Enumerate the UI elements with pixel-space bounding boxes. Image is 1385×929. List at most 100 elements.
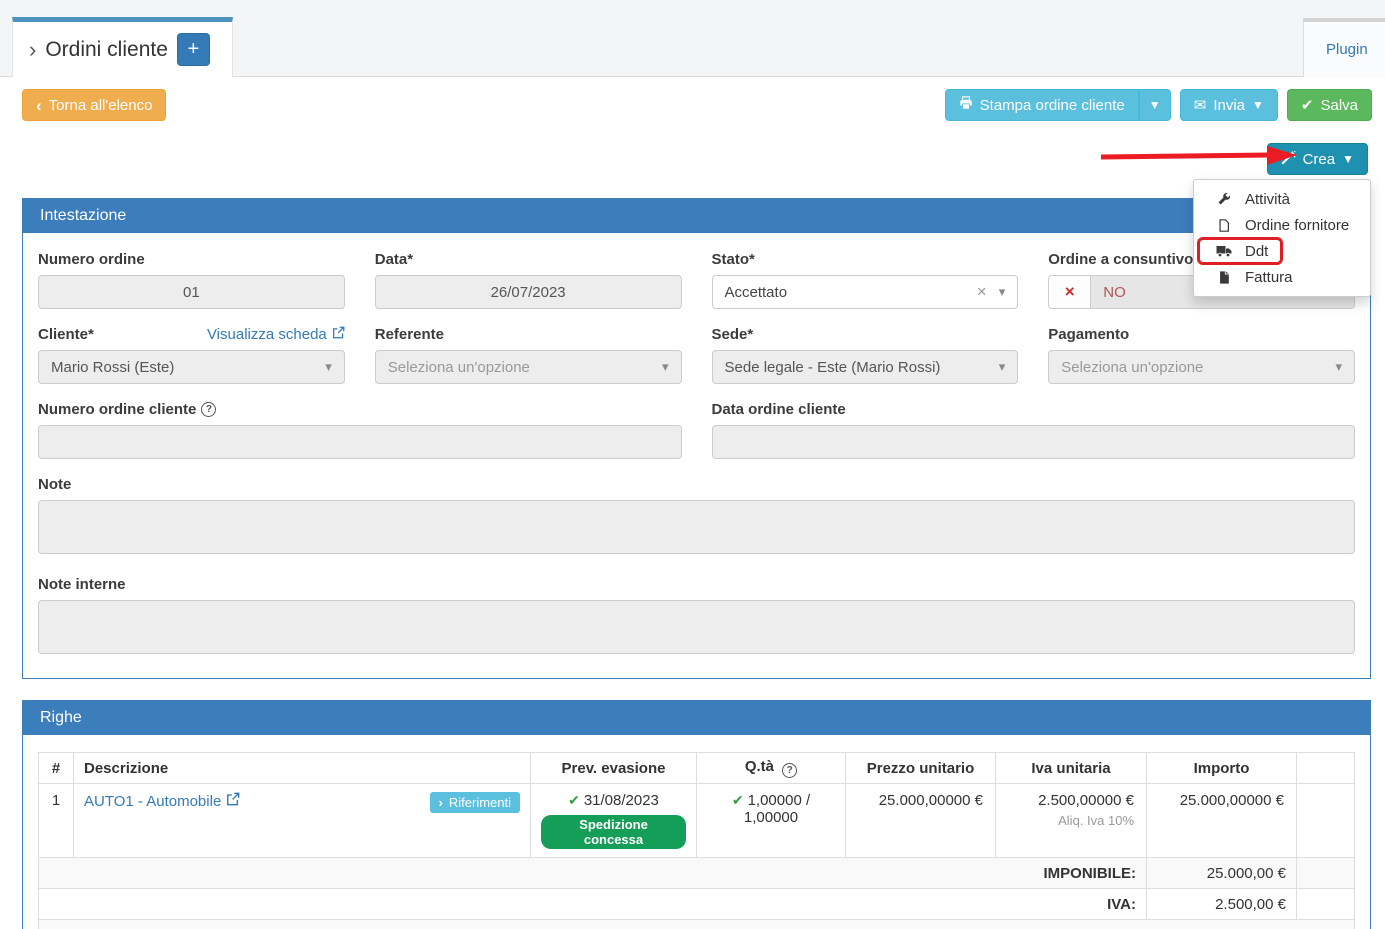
help-icon[interactable]: ? bbox=[782, 763, 797, 778]
field-sede: Sede* Sede legale - Este (Mario Rossi) ▾ bbox=[712, 326, 1019, 384]
chevron-right-icon: › bbox=[29, 39, 36, 61]
check-icon: ✔ bbox=[732, 792, 744, 808]
tab-plugin[interactable]: Plugin bbox=[1303, 18, 1385, 77]
visualizza-scheda-label: Visualizza scheda bbox=[207, 326, 327, 343]
print-order-button[interactable]: Stampa ordine cliente bbox=[945, 89, 1139, 121]
righe-table: # Descrizione Prev. evasione Q.tà ? Prez… bbox=[38, 752, 1355, 929]
save-button-label: Salva bbox=[1320, 97, 1358, 114]
stato-select[interactable]: Accettato × ▾ bbox=[712, 275, 1019, 309]
create-dropdown-menu: Attività Ordine fornitore Ddt bbox=[1193, 179, 1371, 297]
referente-label: Referente bbox=[375, 326, 444, 343]
cliente-select[interactable]: Mario Rossi (Este) ▾ bbox=[38, 350, 345, 384]
create-button-label: Crea bbox=[1303, 151, 1336, 168]
table-row: 1 AUTO1 - Automobile bbox=[39, 784, 1355, 858]
col-actions bbox=[1297, 753, 1355, 784]
intestazione-panel: Intestazione Numero ordine 01 Data* 26/0… bbox=[22, 198, 1371, 679]
pagamento-select[interactable]: Seleziona un'opzione ▾ bbox=[1048, 350, 1355, 384]
tab-bar: › Ordini cliente + Plugin bbox=[0, 0, 1385, 77]
check-icon: ✔ bbox=[568, 792, 580, 808]
riferimenti-badge[interactable]: › Riferimenti bbox=[430, 792, 520, 813]
print-dropdown-toggle[interactable]: ▼ bbox=[1139, 89, 1171, 121]
save-button[interactable]: ✔ Salva bbox=[1287, 89, 1372, 121]
stato-value: Accettato bbox=[725, 284, 788, 301]
envelope-icon: ✉ bbox=[1194, 96, 1207, 114]
article-label: AUTO1 - Automobile bbox=[84, 793, 221, 810]
plugin-tab-label: Plugin bbox=[1326, 41, 1368, 58]
cliente-label: Cliente* bbox=[38, 326, 94, 343]
external-link-icon bbox=[332, 326, 345, 343]
data-input[interactable]: 26/07/2023 bbox=[375, 275, 682, 309]
back-button-label: Torna all'elenco bbox=[49, 97, 153, 114]
clear-icon[interactable]: × bbox=[977, 282, 987, 302]
create-button[interactable]: Crea ▼ bbox=[1267, 143, 1368, 175]
note-interne-textarea[interactable] bbox=[38, 600, 1355, 654]
importo-value: 25.000,00000 € bbox=[1147, 784, 1297, 858]
tab-ordini-cliente[interactable]: › Ordini cliente + bbox=[12, 17, 233, 77]
qta-value: 1,00000 / 1,00000 bbox=[744, 792, 810, 826]
file-icon bbox=[1215, 218, 1232, 233]
menu-item-attivita[interactable]: Attività bbox=[1194, 186, 1370, 212]
field-numero-ordine: Numero ordine 01 bbox=[38, 251, 345, 309]
menu-item-fattura[interactable]: Fattura bbox=[1194, 264, 1370, 290]
note-textarea[interactable] bbox=[38, 500, 1355, 554]
select-caret-icon: ▾ bbox=[999, 359, 1006, 375]
send-button[interactable]: ✉ Invia ▼ bbox=[1180, 89, 1278, 121]
article-link[interactable]: AUTO1 - Automobile bbox=[84, 792, 240, 810]
col-iva-unitaria: Iva unitaria bbox=[996, 753, 1147, 784]
red-highlight-box bbox=[1197, 237, 1283, 265]
print-split-button: Stampa ordine cliente ▼ bbox=[945, 89, 1171, 121]
data-label: Data* bbox=[375, 251, 413, 268]
back-to-list-button[interactable]: ‹ Torna all'elenco bbox=[22, 89, 166, 121]
totals-row-cropped bbox=[39, 920, 1355, 929]
menu-item-ddt[interactable]: Ddt bbox=[1194, 238, 1370, 264]
toolbar-right: Stampa ordine cliente ▼ ✉ Invia ▼ ✔ Salv… bbox=[945, 89, 1372, 121]
imponibile-label: IMPONIBILE: bbox=[39, 858, 1147, 889]
field-referente: Referente Seleziona un'opzione ▾ bbox=[375, 326, 682, 384]
col-descrizione: Descrizione bbox=[74, 753, 531, 784]
numero-ordine-cliente-input[interactable] bbox=[38, 425, 682, 459]
visualizza-scheda-link[interactable]: Visualizza scheda bbox=[207, 326, 345, 343]
numero-ordine-input[interactable]: 01 bbox=[38, 275, 345, 309]
send-button-label: Invia bbox=[1213, 97, 1245, 114]
field-data-ordine-cliente: Data ordine cliente bbox=[712, 401, 1356, 459]
add-tab-button[interactable]: + bbox=[177, 33, 210, 66]
chevron-right-icon: › bbox=[439, 795, 443, 810]
sede-select[interactable]: Sede legale - Este (Mario Rossi) ▾ bbox=[712, 350, 1019, 384]
help-icon[interactable]: ? bbox=[201, 402, 216, 417]
righe-panel: Righe # Descrizione Prev. evasione Q.tà … bbox=[22, 700, 1371, 929]
numero-ordine-cliente-label: Numero ordine cliente bbox=[38, 401, 196, 418]
check-icon: ✔ bbox=[1301, 96, 1314, 114]
caret-down-icon: ▼ bbox=[1252, 99, 1264, 111]
select-caret-icon: ▾ bbox=[1335, 359, 1342, 375]
iva-value: 2.500,00 € bbox=[1147, 889, 1297, 920]
totals-row-iva: IVA: 2.500,00 € bbox=[39, 889, 1355, 920]
iva-label: IVA: bbox=[39, 889, 1147, 920]
data-ordine-cliente-label: Data ordine cliente bbox=[712, 401, 846, 418]
numero-ordine-label: Numero ordine bbox=[38, 251, 145, 268]
note-interne-label: Note interne bbox=[38, 576, 126, 593]
external-link-icon bbox=[226, 792, 240, 810]
referente-select[interactable]: Seleziona un'opzione ▾ bbox=[375, 350, 682, 384]
spedizione-badge: Spedizione concessa bbox=[541, 815, 686, 849]
table-header-row: # Descrizione Prev. evasione Q.tà ? Prez… bbox=[39, 753, 1355, 784]
iva-aliquota-note: Aliq. Iva 10% bbox=[1006, 813, 1134, 828]
field-note-interne: Note interne bbox=[38, 576, 1355, 659]
field-pagamento: Pagamento Seleziona un'opzione ▾ bbox=[1048, 326, 1355, 384]
intestazione-panel-header: Intestazione bbox=[22, 198, 1371, 233]
panel-title: Intestazione bbox=[40, 207, 126, 225]
printer-icon bbox=[959, 96, 973, 114]
referente-placeholder: Seleziona un'opzione bbox=[388, 359, 530, 376]
menu-item-label: Attività bbox=[1245, 191, 1290, 208]
menu-item-ordine-fornitore[interactable]: Ordine fornitore bbox=[1194, 212, 1370, 238]
field-data: Data* 26/07/2023 bbox=[375, 251, 682, 309]
x-mark-icon[interactable]: × bbox=[1049, 276, 1091, 308]
ordine-consuntivo-label: Ordine a consuntivo bbox=[1048, 251, 1193, 268]
chevron-left-icon: ‹ bbox=[36, 97, 42, 114]
select-caret-icon: ▾ bbox=[325, 359, 332, 375]
col-importo: Importo bbox=[1147, 753, 1297, 784]
caret-down-icon: ▼ bbox=[1342, 153, 1354, 165]
data-ordine-cliente-input[interactable] bbox=[712, 425, 1356, 459]
iva-unitaria-value: 2.500,00000 € bbox=[1038, 792, 1134, 809]
col-num: # bbox=[39, 753, 74, 784]
riferimenti-label: Riferimenti bbox=[449, 795, 511, 810]
